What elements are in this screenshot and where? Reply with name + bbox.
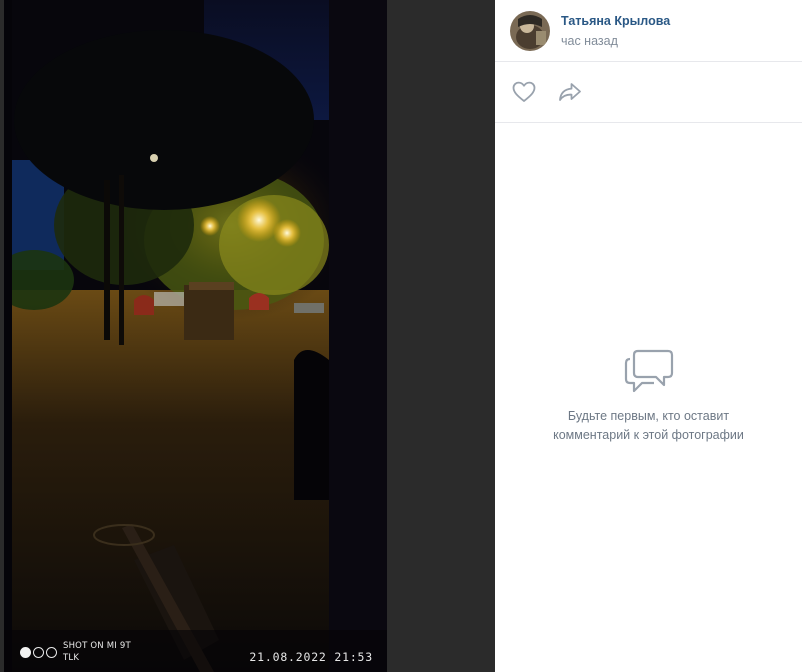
night-yard-photo [4, 0, 387, 672]
watermark-dots-icon [20, 646, 57, 658]
speech-bubbles-icon [622, 345, 676, 398]
share-arrow-icon [559, 83, 581, 101]
photo-timestamp: 21.08.2022 21:53 [249, 650, 373, 664]
avatar[interactable] [510, 10, 550, 51]
empty-comments-line1: Будьте первым, кто оставит [567, 409, 730, 423]
photo-sidebar: Татьяна Крылова час назад Будьте первым,… [495, 0, 802, 672]
photo-viewer: SHOT ON MI 9T TLK 21.08.2022 21:53 Татья… [0, 0, 802, 672]
photo-area: SHOT ON MI 9T TLK 21.08.2022 21:53 [0, 0, 495, 672]
empty-comments-line2: комментарий к этой фотографии [553, 428, 744, 442]
heart-icon [512, 81, 536, 102]
empty-comments: Будьте первым, кто оставит комментарий к… [495, 345, 802, 445]
watermark-author: TLK [63, 653, 80, 663]
post-time[interactable]: час назад [561, 32, 670, 50]
camera-watermark: SHOT ON MI 9T TLK [20, 640, 131, 664]
author-name[interactable]: Татьяна Крылова [561, 13, 670, 29]
like-button[interactable] [509, 77, 539, 107]
author-block: Татьяна Крылова час назад [495, 0, 802, 62]
share-button[interactable] [555, 77, 585, 107]
watermark-model: SHOT ON MI 9T [63, 641, 131, 651]
photo[interactable]: SHOT ON MI 9T TLK 21.08.2022 21:53 [4, 0, 387, 672]
actions-bar [495, 62, 802, 123]
